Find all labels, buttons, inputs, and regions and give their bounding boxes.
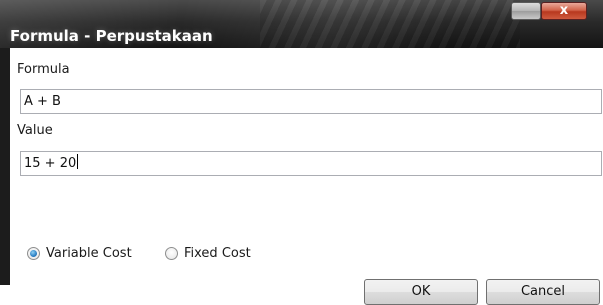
radio-button-checked[interactable] <box>27 246 40 260</box>
dialog-window: Formula - Perpustakaan x Formula A + B V… <box>0 0 603 305</box>
text-caret <box>77 154 79 169</box>
value-input-value: 15 + 20 <box>24 156 77 171</box>
radio-button-unchecked[interactable] <box>165 246 178 260</box>
radio-variable-cost[interactable]: Variable Cost <box>27 245 132 261</box>
value-input[interactable]: 15 + 20 <box>20 151 602 176</box>
close-button[interactable]: x <box>541 2 587 20</box>
formula-label: Formula <box>17 62 70 77</box>
ok-button[interactable]: OK <box>364 279 478 305</box>
radio-variable-cost-label: Variable Cost <box>46 245 132 261</box>
cancel-button[interactable]: Cancel <box>486 279 600 305</box>
title-bar-decoration <box>260 0 520 48</box>
title-bar[interactable]: Formula - Perpustakaan x <box>0 0 603 48</box>
formula-input[interactable]: A + B <box>20 89 602 114</box>
minimize-button[interactable] <box>511 2 541 20</box>
value-label: Value <box>17 123 53 138</box>
radio-fixed-cost[interactable]: Fixed Cost <box>165 245 251 261</box>
dialog-body: Formula A + B Value 15 + 20 Variable Cos… <box>10 48 603 305</box>
radio-fixed-cost-label: Fixed Cost <box>184 245 251 261</box>
window-title: Formula - Perpustakaan <box>10 27 213 45</box>
close-icon: x <box>559 3 569 18</box>
formula-input-value: A + B <box>24 94 61 109</box>
